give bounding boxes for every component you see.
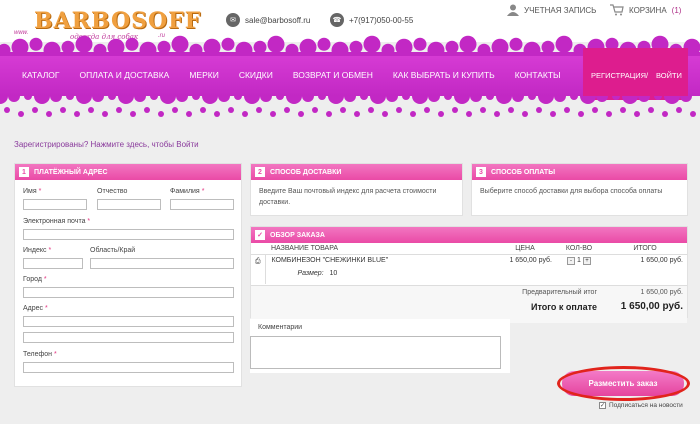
print-icon[interactable]: ⎙ bbox=[255, 258, 261, 265]
phone-contact[interactable]: ☎ +7(917)050-00-55 bbox=[330, 13, 413, 27]
email-label: Электронная почта * bbox=[23, 218, 91, 225]
item-total: 1 650,00 руб. bbox=[640, 256, 683, 264]
phone-field[interactable] bbox=[23, 362, 234, 373]
account-label: УЧЕТНАЯ ЗАПИСЬ bbox=[524, 5, 597, 15]
shipping-text: Введите Ваш почтовый индекс для расчета … bbox=[259, 188, 437, 206]
nav-item[interactable]: ВОЗВРАТ И ОБМЕН bbox=[293, 70, 373, 80]
name-label: Имя * bbox=[23, 188, 42, 195]
subscribe-label: Подписаться на новости bbox=[609, 402, 683, 409]
shipping-header: 2 СПОСОБ ДОСТАВКИ bbox=[251, 164, 462, 180]
region-field[interactable] bbox=[90, 258, 234, 269]
col-qty: КОЛ-ВО bbox=[555, 243, 603, 255]
subscribe-option[interactable]: ✓ Подписаться на новости bbox=[599, 402, 683, 409]
phone-icon: ☎ bbox=[330, 13, 344, 27]
nav-item[interactable]: КАТАЛОГ bbox=[22, 70, 60, 80]
region-label: Область/Край bbox=[90, 247, 136, 254]
item-price: 1 650,00 руб. bbox=[509, 256, 552, 264]
billing-header: 1 ПЛАТЁЖНЫЙ АДРЕС bbox=[15, 164, 241, 180]
cart-count: (1) bbox=[671, 5, 682, 15]
city-label: Город * bbox=[23, 276, 47, 283]
qty-value[interactable]: 1 bbox=[577, 257, 581, 264]
shipping-title: СПОСОБ ДОСТАВКИ bbox=[270, 168, 342, 176]
review-header: ✓ ОБЗОР ЗАКАЗА bbox=[251, 227, 687, 243]
cart-icon bbox=[610, 4, 624, 16]
zip-field[interactable] bbox=[23, 258, 83, 269]
cart-label: КОРЗИНА bbox=[629, 5, 667, 15]
register-link[interactable]: РЕГИСТРАЦИЯ bbox=[591, 71, 646, 80]
nav-item[interactable]: КОНТАКТЫ bbox=[515, 70, 561, 80]
billing-title: ПЛАТЁЖНЫЙ АДРЕС bbox=[34, 168, 108, 176]
zip-label: Индекс * bbox=[23, 247, 52, 254]
cart-link[interactable]: КОРЗИНА (1) bbox=[610, 4, 681, 16]
auth-separator: / bbox=[646, 71, 649, 80]
nav-item[interactable]: ОПЛАТА И ДОСТАВКА bbox=[80, 70, 170, 80]
qty-plus-button[interactable]: + bbox=[582, 256, 591, 265]
email-text: sale@barbosoff.ru bbox=[245, 15, 311, 25]
payment-text: Выберите способ доставки для выбора спос… bbox=[480, 188, 663, 195]
qty-minus-button[interactable]: - bbox=[567, 256, 576, 265]
table-row: ⎙ КОМБИНЕЗОН "СНЕЖИНКИ BLUE" Размер: 10 … bbox=[251, 254, 687, 284]
phone-text: +7(917)050-00-55 bbox=[349, 15, 414, 25]
comments-textarea[interactable] bbox=[250, 336, 501, 369]
shipping-panel: 2 СПОСОБ ДОСТАВКИ Введите Ваш почтовый и… bbox=[250, 163, 463, 216]
totals: Предварительный итог 1 650,00 руб. Итого… bbox=[251, 285, 687, 323]
grand-value: 1 650,00 руб. bbox=[620, 301, 683, 312]
subscribe-checkbox[interactable]: ✓ bbox=[599, 402, 606, 409]
name-field[interactable] bbox=[23, 199, 87, 210]
nav-item[interactable]: МЕРКИ bbox=[189, 70, 218, 80]
nav-item[interactable]: СКИДКИ bbox=[239, 70, 273, 80]
payment-panel: 3 СПОСОБ ОПЛАТЫ Выберите способ доставки… bbox=[471, 163, 688, 216]
highlight-circle bbox=[557, 366, 690, 401]
nav-item[interactable]: КАК ВЫБРАТЬ И КУПИТЬ bbox=[393, 70, 495, 80]
city-field[interactable] bbox=[23, 287, 234, 298]
login-prompt-link[interactable]: Зарегистрированы? Нажмите здесь, чтобы В… bbox=[14, 140, 199, 149]
step-number: 3 bbox=[476, 167, 486, 177]
col-price: ЦЕНА bbox=[495, 243, 555, 255]
address-label: Адрес * bbox=[23, 305, 48, 312]
patronymic-label: Отчество bbox=[97, 188, 128, 195]
col-total: ИТОГО bbox=[603, 243, 687, 255]
address-field-2[interactable] bbox=[23, 332, 234, 343]
account-link[interactable]: УЧЕТНАЯ ЗАПИСЬ bbox=[507, 4, 596, 16]
check-icon: ✓ bbox=[255, 230, 265, 240]
auth-box: РЕГИСТРАЦИЯ / ВОЙТИ bbox=[583, 48, 688, 100]
order-table: НАЗВАНИЕ ТОВАРА ЦЕНА КОЛ-ВО ИТОГО ⎙ КОМБ… bbox=[251, 243, 687, 284]
col-name: НАЗВАНИЕ ТОВАРА bbox=[265, 243, 495, 255]
login-link[interactable]: ВОЙТИ bbox=[656, 71, 682, 80]
billing-panel: 1 ПЛАТЁЖНЫЙ АДРЕС Имя * Отчество Фамилия… bbox=[14, 163, 242, 387]
size-label: Размер: bbox=[297, 269, 324, 277]
size-value: 10 bbox=[329, 269, 338, 277]
phone-label: Телефон * bbox=[23, 351, 57, 358]
payment-title: СПОСОБ ОПЛАТЫ bbox=[491, 168, 556, 176]
email-contact[interactable]: ✉ sale@barbosoff.ru bbox=[226, 13, 310, 27]
subtotal-label: Предварительный итог bbox=[522, 289, 597, 296]
surname-label: Фамилия * bbox=[170, 188, 205, 195]
email-field[interactable] bbox=[23, 229, 234, 240]
surname-field[interactable] bbox=[170, 199, 234, 210]
mail-icon: ✉ bbox=[226, 13, 240, 27]
grand-label: Итого к оплате bbox=[531, 302, 597, 312]
decorative-wave bbox=[0, 96, 696, 117]
step-number: 1 bbox=[19, 167, 29, 177]
review-panel: ✓ ОБЗОР ЗАКАЗА НАЗВАНИЕ ТОВАРА ЦЕНА КОЛ-… bbox=[250, 226, 688, 323]
patronymic-field[interactable] bbox=[97, 199, 161, 210]
step-number: 2 bbox=[255, 167, 265, 177]
subtotal-value: 1 650,00 руб. bbox=[640, 289, 683, 296]
item-name[interactable]: КОМБИНЕЗОН "СНЕЖИНКИ BLUE" bbox=[272, 257, 490, 264]
review-title: ОБЗОР ЗАКАЗА bbox=[270, 231, 325, 239]
user-icon bbox=[507, 4, 519, 16]
address-field-1[interactable] bbox=[23, 316, 234, 327]
comments-label: Комментарии bbox=[258, 324, 303, 331]
payment-header: 3 СПОСОБ ОПЛАТЫ bbox=[472, 164, 687, 180]
comments-panel: Комментарии bbox=[250, 319, 510, 373]
